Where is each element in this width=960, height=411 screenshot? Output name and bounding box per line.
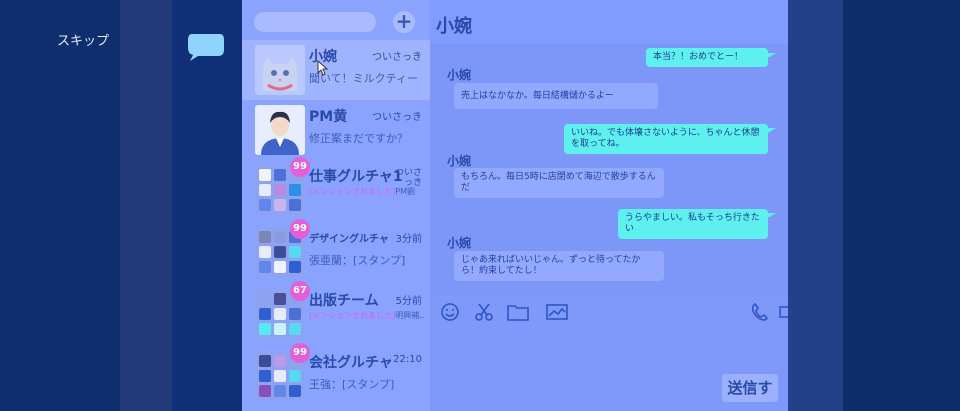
unread-badge: 67	[290, 281, 310, 301]
conversation-time: 3分前	[395, 234, 422, 245]
preview-text: 明興補...	[395, 311, 424, 320]
conversation-name: デザイングルチャ	[309, 234, 389, 245]
conversation-preview: 修正案まだですか？	[309, 132, 408, 145]
message-bubble-incoming: じゃあ来ればいいじゃん。ずっと待ってたから！約束してたし！	[454, 251, 664, 281]
message-sender: 小婉	[447, 236, 472, 250]
conversation-name: 出版チーム	[309, 293, 379, 309]
conversation-time: ついさっき	[372, 52, 422, 63]
bubble-tail	[766, 213, 776, 219]
conversation-item[interactable]: PM黄 ついさっき 修正案まだですか？	[242, 100, 430, 160]
add-button[interactable]: +	[393, 11, 415, 33]
conversation-item[interactable]: 99 会社グルチャ 22:10 王強：[スタンプ]	[242, 343, 430, 406]
unread-badge: 99	[290, 157, 310, 177]
scissors-icon[interactable]	[472, 302, 496, 322]
unread-badge: 99	[290, 219, 310, 239]
conversation-time: 5分前	[395, 296, 422, 307]
background-stripe	[120, 0, 172, 411]
mouse-cursor-icon	[317, 60, 329, 76]
mention-tag: [メンションされました]	[309, 187, 396, 196]
bubble-tail	[766, 128, 776, 134]
conversation-time: ついさっき	[394, 168, 422, 188]
message-sender: 小婉	[447, 154, 472, 168]
conversation-item[interactable]: 99 仕事グルチャ1 ついさっき [メンションされました]PM劉	[242, 157, 430, 220]
image-icon[interactable]	[545, 302, 569, 322]
background-left	[0, 0, 125, 411]
chat-header	[430, 0, 788, 44]
conversation-name: PM黄	[309, 109, 348, 125]
conversation-item[interactable]: 小婉 ついさっき 聞いて！ミルクティー	[242, 40, 430, 100]
preview-text: PM劉	[395, 187, 415, 196]
conversation-preview: 王強：[スタンプ]	[309, 378, 395, 391]
unread-badge: 99	[290, 343, 310, 363]
phone-icon[interactable]	[748, 302, 772, 322]
chat-title: 小婉	[436, 16, 472, 37]
chat-bubble-icon[interactable]	[186, 32, 226, 62]
message-bubble-outgoing: 本当？！おめでとー！	[646, 48, 768, 67]
conversation-time: ついさっき	[372, 112, 422, 123]
message-bubble-outgoing: いいね。でも体壊さないように、ちゃんと休憩を取ってね。	[564, 124, 768, 154]
cat-avatar	[255, 45, 305, 95]
conversation-time: 22:10	[393, 354, 422, 365]
message-bubble-outgoing: うらやましい。私もそっち行きたい	[618, 209, 768, 239]
background-right	[843, 0, 960, 411]
conversation-item[interactable]: 67 出版チーム 5分前 [メンションされました]明興補...	[242, 281, 430, 344]
bubble-tail	[766, 53, 776, 59]
mention-tag: [メンションされました]	[309, 311, 396, 320]
conversation-preview: [メンションされました]明興補...	[309, 310, 424, 321]
conversation-item[interactable]: 99 デザイングルチャ 3分前 張亜蘭：[スタンプ]	[242, 219, 430, 282]
message-sender: 小婉	[447, 68, 472, 82]
emoji-icon[interactable]	[438, 302, 462, 322]
video-icon[interactable]	[778, 302, 788, 322]
skip-button[interactable]: スキップ	[57, 30, 109, 49]
conversation-preview: [メンションされました]PM劉	[309, 186, 424, 197]
conversation-preview: 張亜蘭：[スタンプ]	[309, 254, 406, 267]
background-right	[788, 0, 843, 411]
message-bubble-incoming: もちろん。毎日5時に店閉めて海辺で散歩するんだ	[454, 168, 664, 198]
send-button[interactable]: 送信す	[722, 374, 778, 402]
search-input[interactable]	[254, 12, 376, 32]
message-bubble-incoming: 売上はなかなか。毎日結構儲かるよー	[454, 83, 658, 109]
conversation-name: 会社グルチャ	[309, 355, 393, 371]
folder-icon[interactable]	[506, 302, 530, 322]
person-avatar	[255, 105, 305, 155]
